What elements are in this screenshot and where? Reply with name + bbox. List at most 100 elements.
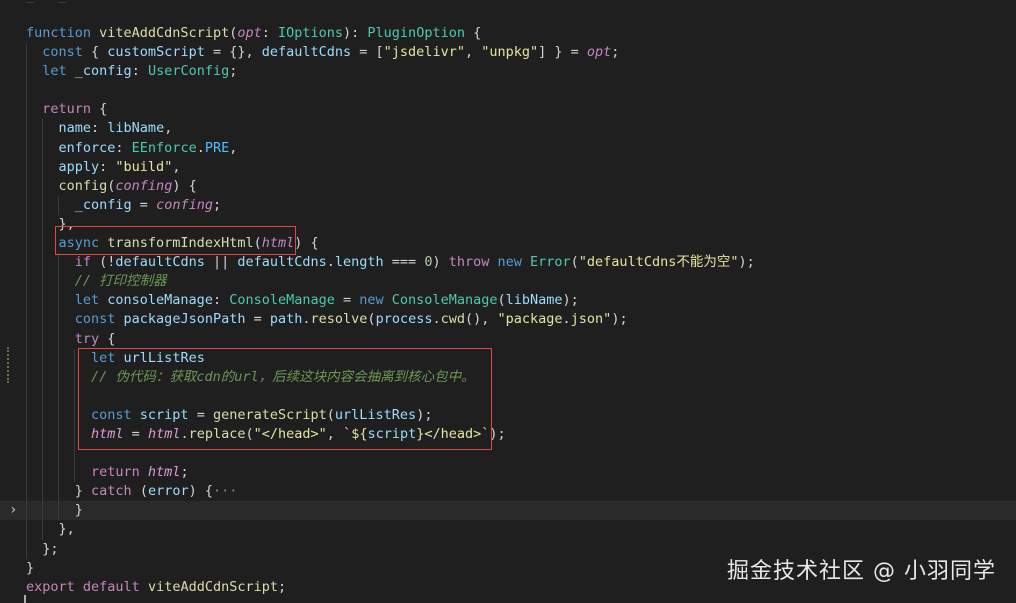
code-token: (: [570, 254, 579, 271]
code-token: opt: [586, 44, 612, 61]
code-token: ,: [229, 139, 238, 156]
code-token: viteAddCdnScript: [147, 578, 278, 595]
code-line[interactable]: let _config: UserConfig;: [0, 62, 1016, 82]
code-token: (: [367, 311, 376, 328]
code-token: ===: [383, 254, 425, 271]
code-line[interactable]: const { customScript = {}, defaultCdns =…: [0, 43, 1016, 63]
code-token: ···: [212, 483, 238, 500]
code-token: ;: [229, 63, 238, 80]
code-line[interactable]: [0, 81, 1016, 101]
code-text: } catch (error) {···: [26, 482, 238, 501]
code-token: "build": [115, 158, 173, 175]
code-token: const: [26, 44, 92, 61]
code-editor[interactable]: function viteAddCdnScript ( opt: IOptions)…: [0, 0, 1016, 603]
code-token: ;: [277, 578, 287, 595]
code-token: libName: [107, 120, 165, 137]
code-token: );: [738, 254, 755, 271]
code-token: error: [147, 483, 189, 500]
code-token: ): [432, 254, 449, 271]
code-token: ) {: [294, 235, 319, 252]
code-text: };: [26, 540, 59, 559]
code-text: },: [26, 520, 75, 539]
code-line[interactable]: },: [0, 520, 1016, 540]
code-lines[interactable]: function viteAddCdnScript ( opt: IOptions)…: [0, 24, 1016, 597]
code-token: return: [26, 101, 100, 118]
code-token: _config: [26, 196, 132, 213]
code-token: };: [26, 540, 59, 557]
code-token: );: [611, 311, 628, 328]
code-text: return {: [26, 100, 107, 119]
code-line[interactable]: return html;: [0, 463, 1016, 483]
code-token: opt: [237, 25, 262, 41]
code-token: = {},: [204, 44, 262, 61]
code-token: catch: [91, 483, 140, 500]
code-token: process: [375, 311, 433, 328]
code-token: .: [196, 139, 205, 156]
code-token: function: [26, 25, 100, 41]
text-cursor: [24, 595, 26, 603]
code-line[interactable]: config(confing) {: [0, 176, 1016, 196]
code-token: let: [26, 292, 108, 309]
code-text: function viteAddCdnScript(opt: IOptions)…: [26, 24, 481, 43]
code-token: =: [334, 292, 360, 309]
indent-guide: [26, 444, 27, 464]
code-token: IOptions: [278, 25, 344, 41]
code-line[interactable]: const packageJsonPath = path.resolve(pro…: [0, 310, 1016, 330]
code-line[interactable]: name: libName,: [0, 119, 1016, 139]
code-line[interactable]: if (!defaultCdns || defaultCdns.length =…: [0, 253, 1016, 273]
code-token: const: [26, 311, 124, 328]
code-token: ):: [343, 25, 368, 41]
code-token: =: [131, 196, 157, 213]
code-line[interactable]: try {: [0, 329, 1016, 349]
code-line[interactable]: › }: [0, 501, 1016, 521]
code-text: let consoleManage: ConsoleManage = new C…: [26, 291, 579, 310]
code-token: (: [497, 292, 506, 309]
code-token: =: [245, 311, 270, 328]
code-token: if: [26, 254, 100, 271]
code-token: ,: [172, 158, 181, 175]
code-token: .: [326, 254, 335, 271]
code-token: "unpkg": [481, 44, 539, 61]
code-token: viteAddCdnScript: [99, 25, 230, 41]
code-token: confing: [156, 196, 213, 213]
code-token: ,: [164, 120, 173, 137]
code-token: path: [269, 311, 303, 328]
code-token: return: [26, 464, 148, 481]
code-token: try: [26, 330, 108, 347]
code-text: const { customScript = {}, defaultCdns =…: [26, 43, 619, 62]
code-token: ] } =: [538, 44, 587, 61]
code-token: // 打印控制器: [26, 273, 167, 290]
code-token: export: [26, 578, 83, 595]
code-token: },: [26, 521, 75, 538]
code-token: {: [91, 44, 108, 61]
code-line[interactable]: } catch (error) {···: [0, 482, 1016, 502]
code-token: (!: [99, 254, 116, 271]
code-token: _config: [74, 63, 132, 80]
code-token: PRE: [204, 139, 230, 156]
code-token: resolve: [310, 311, 368, 328]
code-token: ;: [611, 44, 620, 61]
code-token: apply: [26, 158, 100, 175]
code-token: name: [26, 120, 92, 137]
code-line[interactable]: return {: [0, 100, 1016, 120]
code-token: length: [334, 254, 384, 271]
code-line[interactable]: function viteAddCdnScript(opt: IOptions)…: [0, 24, 1016, 43]
code-token: :: [99, 158, 116, 175]
code-line[interactable]: apply: "build",: [0, 157, 1016, 177]
code-line[interactable]: // 打印控制器: [0, 272, 1016, 292]
code-line[interactable]: let consoleManage: ConsoleManage = new C…: [0, 291, 1016, 311]
code-token: EEnforce: [131, 139, 197, 156]
code-token: ;: [180, 464, 189, 481]
code-token: ||: [204, 254, 238, 271]
code-line[interactable]: _config = confing;: [0, 195, 1016, 215]
code-token: libName: [505, 292, 563, 309]
code-token: cwd: [440, 311, 465, 328]
code-token: }: [26, 483, 92, 500]
code-token: "jsdelivr": [383, 44, 465, 61]
code-token: :: [91, 120, 108, 137]
code-token: new: [497, 254, 531, 271]
code-line[interactable]: enforce: EEnforce.PRE,: [0, 138, 1016, 158]
code-token: ConsoleManage: [391, 292, 498, 309]
chevron-right-icon[interactable]: ›: [9, 501, 17, 520]
code-token: ) {: [172, 177, 197, 194]
